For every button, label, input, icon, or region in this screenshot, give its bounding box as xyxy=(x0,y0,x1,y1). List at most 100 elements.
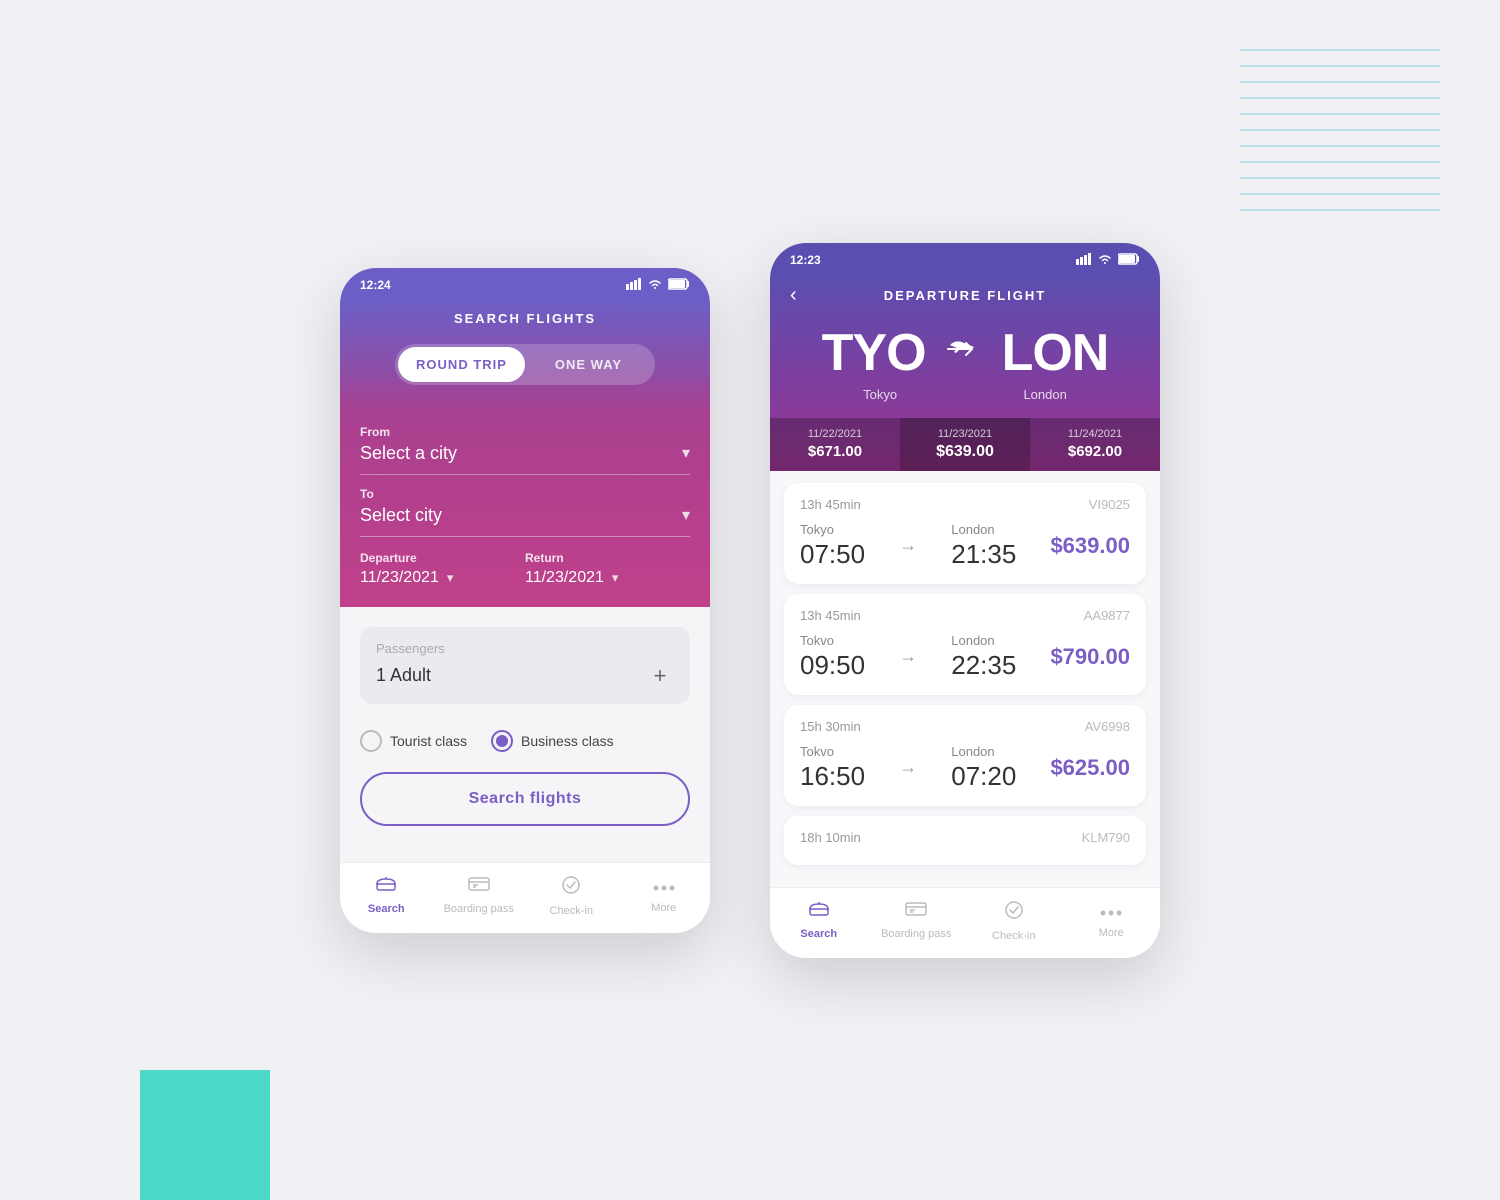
flight-price-1: $639.00 xyxy=(1050,533,1130,559)
departure-group: Departure 11/23/2021 ▾ xyxy=(360,551,525,587)
return-value: 11/23/2021 xyxy=(525,569,604,587)
flight-arrow-3: → xyxy=(899,757,917,778)
dp-price-1: $671.00 xyxy=(770,443,900,460)
search-nav-icon xyxy=(375,875,397,899)
flight-card-top-3: 15h 30min AV6998 xyxy=(800,719,1130,734)
flight-origin-3: Tokvo 16:50 xyxy=(800,744,865,792)
flight-code-3: AV6998 xyxy=(1085,719,1130,734)
route-cities-row: Tokyo London xyxy=(770,387,1160,418)
nav2-boarding[interactable]: Boarding pass xyxy=(868,900,966,942)
from-code-group: TYO xyxy=(822,323,926,383)
flight-card-4[interactable]: 18h 10min KLM790 xyxy=(784,816,1146,865)
phone2-header: ‹ DEPARTURE FLIGHT TYO LON xyxy=(770,274,1160,471)
from-label: From xyxy=(360,425,690,439)
add-passenger-button[interactable]: + xyxy=(646,662,674,690)
battery-icon-2 xyxy=(1118,253,1140,268)
date-price-2[interactable]: 11/23/2021 $639.00 xyxy=(900,418,1030,471)
flight-card-3[interactable]: 15h 30min AV6998 Tokvo 16:50 → London 07… xyxy=(784,705,1146,806)
flight-card-1[interactable]: 13h 45min VI9025 Tokyo 07:50 → London 21… xyxy=(784,483,1146,584)
flight-arrow-1: → xyxy=(899,535,917,556)
nav2-search-label: Search xyxy=(800,928,837,940)
return-label: Return xyxy=(525,551,690,565)
date-price-bar: 11/22/2021 $671.00 11/23/2021 $639.00 11… xyxy=(770,418,1160,471)
from-code: TYO xyxy=(822,323,926,383)
phones-container: 12:24 SEARCH FLIGHTS ROUND TRIP ONE WAY xyxy=(340,243,1160,958)
to-field-group: To Select city ▾ xyxy=(360,475,690,537)
nav2-search[interactable]: Search xyxy=(770,900,868,942)
search-flights-title: SEARCH FLIGHTS xyxy=(360,311,690,326)
more-nav-icon xyxy=(653,875,675,898)
nav2-more[interactable]: More xyxy=(1063,900,1161,942)
checkin-nav-icon xyxy=(561,875,581,901)
bottom-nav-phone2: Search Boarding pass xyxy=(770,887,1160,958)
search-flights-button[interactable]: Search flights xyxy=(360,772,690,826)
tourist-class-option[interactable]: Tourist class xyxy=(360,730,467,752)
flight-card-main-2: Tokvo 09:50 → London 22:35 $790.00 xyxy=(800,633,1130,681)
flight-to-time-3: 07:20 xyxy=(951,761,1016,792)
lines-decoration xyxy=(1240,30,1440,230)
round-trip-button[interactable]: ROUND TRIP xyxy=(398,347,525,382)
flight-duration-4: 18h 10min xyxy=(800,830,861,845)
nav2-checkin-label: Check-in xyxy=(992,930,1035,942)
nav-search[interactable]: Search xyxy=(340,875,433,917)
date-row: Departure 11/23/2021 ▾ Return 11/23/2021… xyxy=(360,537,690,607)
from-chevron-icon: ▾ xyxy=(682,443,690,463)
phone1-header: SEARCH FLIGHTS ROUND TRIP ONE WAY xyxy=(340,299,710,413)
flight-card-2[interactable]: 13h 45min AA9877 Tokvo 09:50 → London 22… xyxy=(784,594,1146,695)
nav-boarding[interactable]: Boarding pass xyxy=(433,875,526,917)
nav-checkin[interactable]: Check-in xyxy=(525,875,618,917)
return-group: Return 11/23/2021 ▾ xyxy=(525,551,690,587)
flight-dest-2: London 22:35 xyxy=(951,633,1016,681)
flight-to-city-2: London xyxy=(951,633,1016,648)
nav-more-label: More xyxy=(651,902,676,914)
flight-from-time-3: 16:50 xyxy=(800,761,865,792)
bottom-nav-phone1: Search Boarding pass xyxy=(340,862,710,933)
flight-to-time-2: 22:35 xyxy=(951,650,1016,681)
business-radio-icon xyxy=(491,730,513,752)
to-chevron-icon: ▾ xyxy=(682,505,690,525)
to-label: To xyxy=(360,487,690,501)
date-price-1[interactable]: 11/22/2021 $671.00 xyxy=(770,418,900,471)
nav2-more-label: More xyxy=(1099,927,1124,939)
back-button[interactable]: ‹ xyxy=(790,284,797,307)
flight-from-time-1: 07:50 xyxy=(800,539,865,570)
flight-duration-3: 15h 30min xyxy=(800,719,861,734)
status-bar-phone1: 12:24 xyxy=(340,268,710,299)
status-icons-phone2 xyxy=(1076,253,1140,268)
nav-search-label: Search xyxy=(368,903,405,915)
from-value: Select a city xyxy=(360,443,457,464)
date-price-3[interactable]: 11/24/2021 $692.00 xyxy=(1030,418,1160,471)
dp-date-1: 11/22/2021 xyxy=(770,428,900,440)
nav-checkin-label: Check-in xyxy=(550,905,593,917)
one-way-button[interactable]: ONE WAY xyxy=(525,347,652,382)
from-city-name: Tokyo xyxy=(863,387,897,402)
signal-icon-2 xyxy=(1076,253,1092,268)
nav2-checkin[interactable]: Check-in xyxy=(965,900,1063,942)
flight-from-city-2: Tokvo xyxy=(800,633,865,648)
phone1: 12:24 SEARCH FLIGHTS ROUND TRIP ONE WAY xyxy=(340,268,710,933)
class-selection: Tourist class Business class xyxy=(360,724,690,772)
wifi-icon-2 xyxy=(1097,253,1113,268)
flight-price-3: $625.00 xyxy=(1050,755,1130,781)
flight-origin-2: Tokvo 09:50 xyxy=(800,633,865,681)
departure-chevron-icon: ▾ xyxy=(447,570,454,586)
to-value: Select city xyxy=(360,505,442,526)
flight-to-time-1: 21:35 xyxy=(951,539,1016,570)
flight-card-top-4: 18h 10min KLM790 xyxy=(800,830,1130,845)
from-row[interactable]: Select a city ▾ xyxy=(360,443,690,475)
flight-card-main-3: Tokvo 16:50 → London 07:20 $625.00 xyxy=(800,744,1130,792)
time-phone1: 12:24 xyxy=(360,278,391,292)
nav-more[interactable]: More xyxy=(618,875,711,917)
wifi-icon xyxy=(647,278,663,293)
results-list: 13h 45min VI9025 Tokyo 07:50 → London 21… xyxy=(770,471,1160,887)
to-city-name: London xyxy=(1023,387,1066,402)
checkin2-nav-icon xyxy=(1004,900,1024,926)
flight-arrow-2: → xyxy=(899,646,917,667)
flight-to-city-3: London xyxy=(951,744,1016,759)
to-row[interactable]: Select city ▾ xyxy=(360,505,690,537)
phone2: 12:23 ‹ DEPARTURE FLIGHT xyxy=(770,243,1160,958)
tourist-label: Tourist class xyxy=(390,733,467,749)
business-class-option[interactable]: Business class xyxy=(491,730,614,752)
search2-nav-icon xyxy=(808,900,830,924)
from-field-group: From Select a city ▾ xyxy=(360,413,690,475)
